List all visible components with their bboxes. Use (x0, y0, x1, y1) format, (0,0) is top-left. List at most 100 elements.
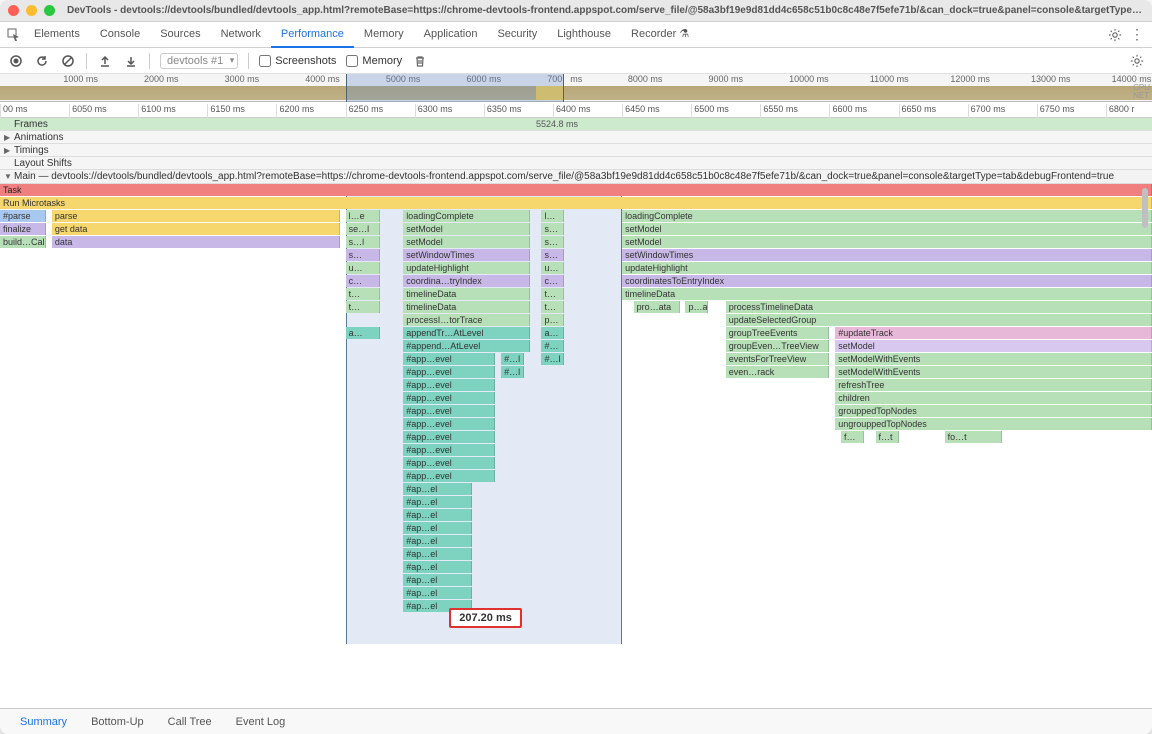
flame-bar[interactable]: coordina…tryIndex (403, 275, 530, 287)
flame-bar[interactable]: f…t (876, 431, 899, 443)
flame-bar[interactable]: timelineData (403, 301, 530, 313)
flame-chart[interactable]: Task Run Microtasks #parseparsel…eloadin… (0, 184, 1152, 644)
flame-bar[interactable]: updateHighlight (403, 262, 530, 274)
flame-bar[interactable]: setModel (403, 223, 530, 235)
overview-selection[interactable] (346, 74, 565, 102)
timeline-overview[interactable]: 1000 ms2000 ms3000 ms4000 ms5000 ms6000 … (0, 74, 1152, 102)
flame-bar[interactable]: #ap…el (403, 535, 472, 547)
flame-bar[interactable]: #updateTrack (835, 327, 1152, 339)
panel-tab-application[interactable]: Application (414, 22, 488, 48)
flame-bar[interactable]: build…Calls (0, 236, 46, 248)
flame-bar[interactable]: get data (52, 223, 340, 235)
close-window-button[interactable] (8, 5, 19, 16)
flame-bar[interactable]: #…l (541, 353, 564, 365)
flame-bar[interactable]: grouppedTopNodes (835, 405, 1152, 417)
flame-bar[interactable]: #app…evel (403, 366, 495, 378)
vertical-scrollbar[interactable] (1142, 188, 1148, 228)
flame-bar[interactable]: #app…evel (403, 379, 495, 391)
flame-bar[interactable]: a… (541, 327, 564, 339)
panel-tab-security[interactable]: Security (487, 22, 547, 48)
flame-bar[interactable]: #ap…el (403, 496, 472, 508)
frames-track-header[interactable]: Frames 5524.8 ms (0, 118, 1152, 131)
flame-bar[interactable]: l… (541, 210, 564, 222)
flame-bar-microtasks[interactable]: Run Microtasks (0, 197, 1152, 209)
flame-bar[interactable]: data (52, 236, 340, 248)
disclosure-triangle-icon[interactable]: ▶ (4, 133, 14, 142)
capture-settings-gear-icon[interactable] (1130, 54, 1144, 68)
flame-bar[interactable]: s… (346, 249, 381, 261)
minimize-window-button[interactable] (26, 5, 37, 16)
flame-bar[interactable]: children (835, 392, 1152, 404)
flame-bar[interactable]: setModel (403, 236, 530, 248)
flame-bar[interactable]: t… (346, 301, 381, 313)
flame-bar[interactable]: #app…evel (403, 431, 495, 443)
flame-bar[interactable]: #app…evel (403, 418, 495, 430)
upload-icon[interactable] (97, 53, 113, 69)
flame-bar[interactable]: processI…torTrace (403, 314, 530, 326)
record-button[interactable] (8, 53, 24, 69)
details-tab-bottom-up[interactable]: Bottom-Up (79, 709, 156, 734)
flame-bar[interactable]: even…rack (726, 366, 830, 378)
trash-icon[interactable] (412, 53, 428, 69)
flame-bar[interactable]: updateHighlight (622, 262, 1152, 274)
flame-bar[interactable]: #ap…el (403, 561, 472, 573)
flame-bar[interactable]: #app…evel (403, 353, 495, 365)
flame-bar[interactable]: u… (346, 262, 381, 274)
flame-bar[interactable]: #parse (0, 210, 46, 222)
panel-tab-memory[interactable]: Memory (354, 22, 414, 48)
flame-bar-task[interactable]: Task (0, 184, 1152, 196)
flame-bar[interactable]: appendTr…AtLevel (403, 327, 530, 339)
flame-bar[interactable]: setModel (622, 236, 1152, 248)
flame-bar[interactable]: ungrouppedTopNodes (835, 418, 1152, 430)
panel-tab-recorder[interactable]: Recorder ⚗ (621, 22, 699, 48)
details-tab-event-log[interactable]: Event Log (224, 709, 298, 734)
screenshots-checkbox[interactable]: Screenshots (259, 55, 336, 67)
flame-bar[interactable]: a… (346, 327, 381, 339)
flame-bar[interactable]: #app…evel (403, 392, 495, 404)
flame-bar[interactable]: s… (541, 249, 564, 261)
flame-bar[interactable]: fo…t (945, 431, 1003, 443)
flame-bar[interactable]: p… (541, 314, 564, 326)
panel-tab-sources[interactable]: Sources (150, 22, 210, 48)
details-tab-summary[interactable]: Summary (8, 709, 79, 734)
reload-record-button[interactable] (34, 53, 50, 69)
flame-bar[interactable]: #ap…el (403, 574, 472, 586)
main-thread-header[interactable]: ▼Main — devtools://devtools/bundled/devt… (0, 170, 1152, 184)
panel-tab-lighthouse[interactable]: Lighthouse (547, 22, 621, 48)
flame-bar[interactable]: se…l (346, 223, 381, 235)
panel-tab-elements[interactable]: Elements (24, 22, 90, 48)
flame-bar[interactable]: s… (541, 236, 564, 248)
flame-bar[interactable]: refreshTree (835, 379, 1152, 391)
time-ruler[interactable]: 00 ms6050 ms6100 ms6150 ms6200 ms6250 ms… (0, 102, 1152, 118)
flame-bar[interactable]: c… (541, 275, 564, 287)
flame-bar[interactable]: updateSelectedGroup (726, 314, 1152, 326)
flame-bar[interactable]: t… (541, 301, 564, 313)
flame-bar[interactable]: coordinatesToEntryIndex (622, 275, 1152, 287)
maximize-window-button[interactable] (44, 5, 55, 16)
clear-button[interactable] (60, 53, 76, 69)
flame-bar[interactable]: setWindowTimes (403, 249, 530, 261)
flame-bar[interactable]: setModel (835, 340, 1152, 352)
flame-bar[interactable]: f… (841, 431, 864, 443)
flame-bar[interactable]: groupTreeEvents (726, 327, 830, 339)
flame-bar[interactable]: setModel (622, 223, 1152, 235)
disclosure-triangle-icon[interactable]: ▶ (4, 146, 14, 155)
more-menu-icon[interactable]: ⋮ (1130, 26, 1144, 43)
flame-bar[interactable]: timelineData (403, 288, 530, 300)
flame-bar[interactable]: timelineData (622, 288, 1152, 300)
flame-bar[interactable]: groupEven…TreeView (726, 340, 830, 352)
settings-gear-icon[interactable] (1108, 28, 1122, 42)
flame-bar[interactable]: finalize (0, 223, 46, 235)
flame-bar[interactable]: setModelWithEvents (835, 353, 1152, 365)
flame-bar[interactable]: c… (346, 275, 381, 287)
panel-tab-console[interactable]: Console (90, 22, 150, 48)
flame-bar[interactable]: #app…evel (403, 457, 495, 469)
flame-bar[interactable]: #ap…el (403, 509, 472, 521)
flame-bar[interactable]: #app…evel (403, 405, 495, 417)
panel-tab-performance[interactable]: Performance (271, 22, 354, 48)
flame-bar[interactable]: setWindowTimes (622, 249, 1152, 261)
disclosure-triangle-icon[interactable]: ▼ (4, 172, 14, 181)
inspect-icon[interactable] (4, 28, 24, 42)
flame-bar[interactable]: t… (541, 288, 564, 300)
flame-bar[interactable]: #append…AtLevel (403, 340, 530, 352)
